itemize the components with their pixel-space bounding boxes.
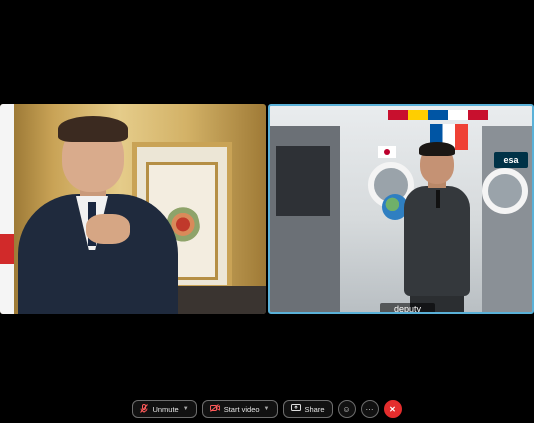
flags-row	[388, 110, 488, 120]
end-call-icon: ✕	[389, 404, 396, 414]
unmute-button[interactable]: Unmute ▼	[132, 400, 197, 418]
microphone	[436, 190, 440, 208]
flag	[0, 104, 14, 314]
reactions-button[interactable]: ☺	[337, 400, 356, 418]
japanese-flag	[378, 146, 396, 158]
share-label: Share	[304, 404, 325, 414]
chevron-down-icon[interactable]: ▼	[183, 406, 189, 412]
astronaut-hair	[419, 142, 455, 156]
call-toolbar: Unmute ▼ Start video ▼ Share ☺ ··· ✕	[0, 398, 534, 420]
participant-tile-right[interactable]: esa deputy	[268, 104, 534, 314]
desk	[170, 286, 266, 314]
more-options-button[interactable]: ···	[360, 400, 379, 418]
start-video-button[interactable]: Start video ▼	[201, 400, 278, 418]
participant-hair	[58, 116, 128, 142]
equipment-monitor	[276, 146, 330, 216]
start-video-label: Start video	[223, 404, 260, 414]
more-options-icon: ···	[365, 404, 374, 414]
screen-share-icon	[290, 404, 301, 414]
unmute-label: Unmute	[152, 404, 179, 414]
esa-logo: esa	[494, 152, 528, 168]
mic-off-icon	[140, 403, 149, 415]
emoji-icon: ☺	[342, 404, 351, 414]
participant-tile-left[interactable]	[0, 104, 266, 314]
chevron-down-icon[interactable]: ▼	[264, 406, 270, 412]
end-call-button[interactable]: ✕	[383, 400, 402, 418]
participant-hands	[86, 214, 130, 244]
share-button[interactable]: Share	[282, 400, 333, 418]
flag-red-stripe	[0, 234, 14, 264]
hatch-ring-right	[482, 168, 528, 214]
video-camera-icon	[209, 404, 220, 414]
participant-name-tag: deputy	[380, 303, 436, 312]
